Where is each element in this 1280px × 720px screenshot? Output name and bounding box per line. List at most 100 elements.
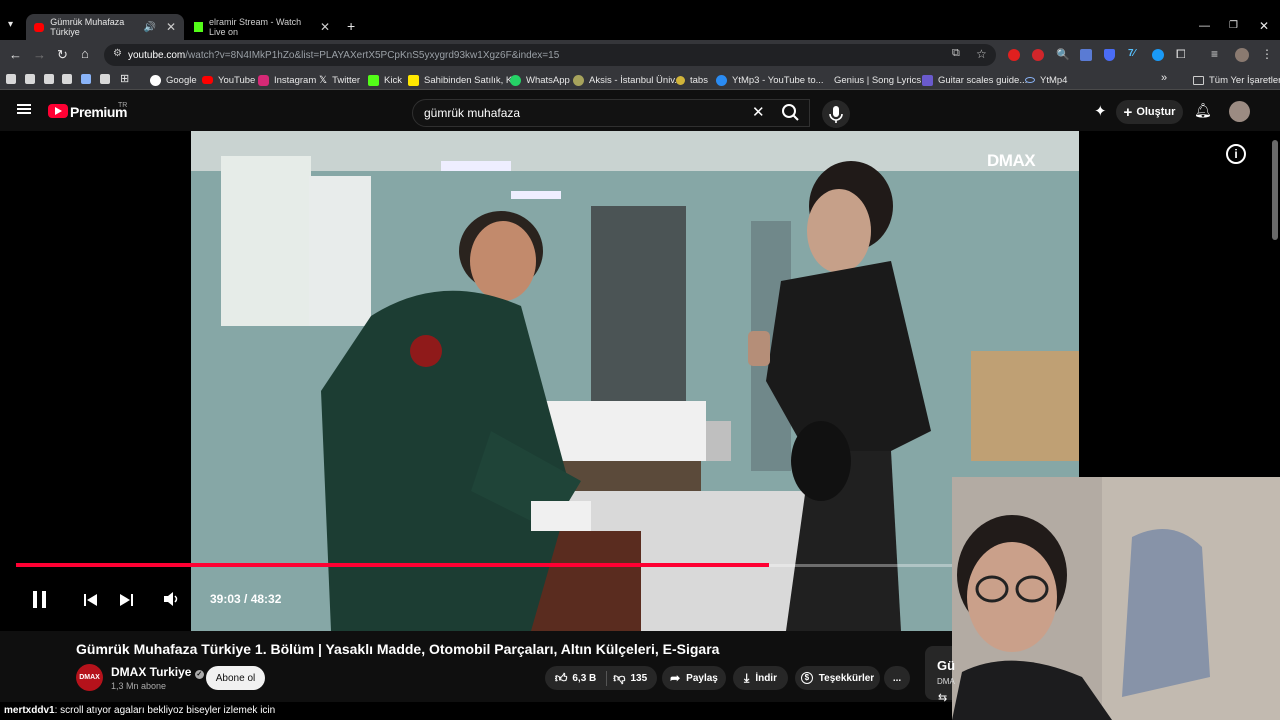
like-dislike-group: 👍︎ 6,3 B 👎︎ 135 — [545, 666, 657, 690]
like-button[interactable]: 👍︎ 6,3 B — [554, 670, 608, 686]
bookmark-ytmp3[interactable]: YtMp3 - YouTube to... — [716, 74, 824, 86]
channel-avatar[interactable]: DMAX — [76, 664, 103, 691]
previous-icon[interactable] — [84, 593, 98, 611]
info-icon[interactable]: i — [1226, 144, 1246, 164]
shield-extension-icon[interactable] — [1104, 49, 1115, 61]
create-button[interactable]: + Oluştur — [1116, 100, 1183, 124]
download-button[interactable]: ⤓ İndir — [733, 666, 788, 690]
subscriber-count: 1,3 Mn abone — [111, 681, 167, 691]
bookmark-sahibinden[interactable]: Sahibinden Satılık, K... — [408, 74, 520, 86]
browser-menu-icon[interactable]: ⋮ — [1261, 47, 1273, 61]
extensions-puzzle-icon[interactable]: ⧠ — [1176, 47, 1186, 62]
minimize-icon[interactable]: — — [1199, 20, 1210, 32]
forward-icon[interactable]: → — [33, 47, 46, 62]
volume-icon[interactable] — [164, 592, 180, 611]
close-window-icon[interactable]: ✕ — [1259, 19, 1269, 33]
more-actions-button[interactable]: ... — [884, 666, 910, 690]
search-button[interactable] — [770, 99, 812, 127]
bookmark-tabs[interactable]: tabs — [676, 74, 708, 86]
bookmark-folder-icon[interactable] — [62, 74, 72, 84]
like-count: 6,3 B — [572, 672, 597, 684]
bookmark-whatsapp[interactable]: WhatsApp — [510, 74, 570, 86]
create-spark-icon[interactable]: ✦ — [1094, 102, 1107, 120]
subscribe-button[interactable]: Abone ol — [206, 666, 265, 690]
new-tab-button[interactable]: + — [347, 18, 355, 34]
bookmark-instagram[interactable]: Instagram — [258, 74, 316, 86]
apps-grid-icon[interactable]: ⊞ — [120, 72, 129, 85]
pause-icon[interactable] — [33, 591, 47, 608]
stream-chat-line: mertxddv1: scroll atıyor agaları bekliyo… — [0, 702, 952, 720]
youtube-icon — [202, 76, 213, 84]
docs-extension-icon[interactable] — [1080, 49, 1092, 61]
close-tab-icon[interactable]: ✕ — [166, 20, 176, 34]
more-bookmarks-icon[interactable]: » — [1161, 72, 1167, 84]
reading-list-icon[interactable]: ≡ — [1211, 47, 1218, 61]
account-avatar[interactable] — [1229, 101, 1250, 122]
bookmark-guitar[interactable]: Guitar scales guide... — [922, 74, 1027, 86]
voice-search-button[interactable] — [822, 100, 850, 128]
page-scrollbar[interactable] — [1272, 140, 1278, 240]
dislike-button[interactable]: 👎︎ 135 — [613, 671, 647, 686]
youtube-logo-icon[interactable] — [48, 104, 68, 118]
video-frame[interactable]: DMAX — [191, 131, 1079, 631]
bookmark-twitter[interactable]: 𝕏 Twitter — [319, 74, 360, 86]
bookmark-folder-icon[interactable] — [100, 74, 110, 84]
bookmark-folder-icon[interactable] — [44, 74, 54, 84]
bookmark-aksis[interactable]: Aksis - İstanbul Üniv... — [573, 74, 682, 86]
folder-icon — [1193, 75, 1204, 85]
site-info-icon[interactable]: ⚙ — [113, 48, 122, 59]
adblock-extension-icon[interactable] — [1008, 49, 1020, 61]
number-extension-icon[interactable]: 7⁄ — [1128, 48, 1135, 59]
progress-bar[interactable] — [16, 563, 769, 567]
tab-kick[interactable]: elramir Stream - Watch Live on ✕ — [186, 14, 338, 40]
hamburger-menu-icon[interactable] — [17, 104, 31, 114]
next-video-title[interactable]: Gü — [937, 658, 955, 673]
instagram-icon — [258, 74, 269, 86]
kick-favicon-icon — [194, 22, 203, 32]
address-bar[interactable]: ⚙ youtube.com/watch?v=8N4IMkP1hZo&list=P… — [104, 44, 996, 66]
restore-icon[interactable]: ❐ — [1229, 20, 1238, 31]
bookmark-folder-icon[interactable] — [6, 74, 16, 84]
all-bookmarks-folder[interactable]: Tüm Yer İşaretleri — [1193, 74, 1280, 86]
profile-avatar[interactable] — [1235, 48, 1249, 62]
tab-gumruk[interactable]: Gümrük Muhafaza Türkiye 🔊 ✕ — [26, 14, 184, 40]
webcam-image — [952, 477, 1280, 720]
clear-search-icon[interactable]: ✕ — [752, 103, 765, 121]
share-label: Paylaş — [686, 672, 718, 684]
bookmark-youtube[interactable]: YouTube — [202, 74, 255, 86]
next-icon[interactable] — [120, 593, 134, 611]
bookmark-folder-icon[interactable] — [81, 74, 91, 84]
vpn-extension-icon[interactable] — [1152, 49, 1164, 61]
download-label: İndir — [755, 672, 777, 684]
super-thanks-icon: $ — [800, 672, 813, 684]
bookmark-kick[interactable]: Kick — [368, 74, 402, 86]
thumbs-up-icon: 👍︎ — [554, 670, 568, 685]
plus-icon: + — [1123, 103, 1133, 121]
search-input[interactable]: gümrük muhafaza — [412, 99, 810, 127]
translate-extension-icon[interactable] — [1032, 49, 1044, 61]
google-icon — [150, 74, 161, 86]
bookmark-genius[interactable]: Genius | Song Lyrics... — [834, 74, 929, 86]
bookmark-folder-icon[interactable] — [25, 74, 35, 84]
x-logo-icon: 𝕏 — [319, 74, 328, 86]
video-scene-image — [191, 131, 1079, 631]
close-tab-icon[interactable]: ✕ — [320, 20, 330, 34]
tab-search-icon[interactable]: ▾ — [8, 19, 13, 30]
reload-icon[interactable]: ↻ — [57, 47, 68, 63]
time-display: 39:03 / 48:32 — [210, 592, 282, 606]
bookmark-star-icon[interactable]: ☆ — [976, 47, 987, 61]
share-button[interactable]: ➦ Paylaş — [662, 666, 726, 690]
thanks-button[interactable]: $ Teşekkürler — [795, 666, 880, 690]
bookmark-google[interactable]: Google — [150, 74, 197, 86]
channel-name[interactable]: DMAX Turkiye ✓ — [111, 665, 204, 679]
search-extension-icon[interactable]: 🔍 — [1056, 48, 1070, 61]
back-icon[interactable]: ← — [9, 47, 22, 62]
bookmark-ytmp4[interactable]: YtMp4 — [1025, 74, 1067, 86]
home-icon[interactable]: ⌂ — [81, 46, 89, 61]
audio-icon[interactable]: 🔊 — [143, 22, 155, 33]
notifications-bell-icon[interactable]: 🔔︎ — [1194, 102, 1212, 119]
bookmarks-bar: ⊞ Google YouTube Instagram 𝕏 Twitter Kick… — [0, 70, 1280, 90]
install-app-icon[interactable]: ⧉ — [952, 47, 960, 60]
guitar-icon — [922, 74, 933, 86]
share-arrow-icon: ➦ — [670, 671, 681, 685]
